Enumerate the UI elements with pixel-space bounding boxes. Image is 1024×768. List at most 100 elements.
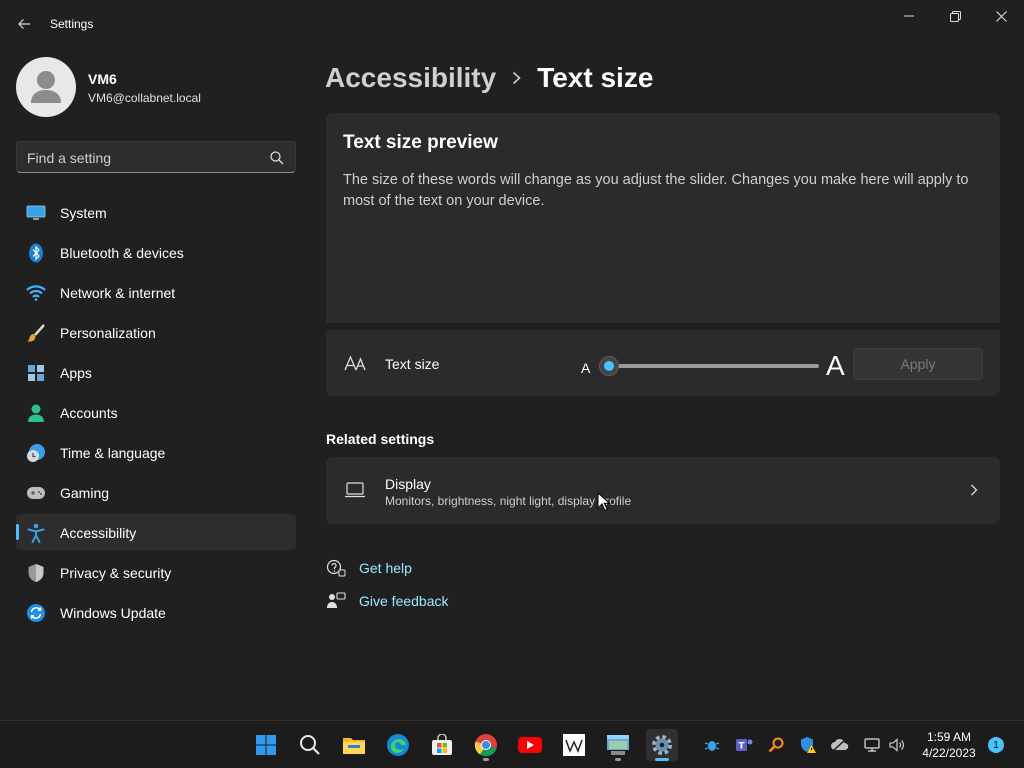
taskbar-file-explorer[interactable] <box>338 729 370 761</box>
apply-button[interactable]: Apply <box>853 348 983 380</box>
laptop-icon <box>345 482 365 498</box>
sidebar-item-accounts[interactable]: Accounts <box>16 394 296 430</box>
minimize-button[interactable] <box>886 0 932 32</box>
notification-badge[interactable]: 1 <box>988 737 1004 753</box>
accessibility-icon <box>26 523 46 543</box>
edge-icon <box>387 734 409 756</box>
sidebar-item-gaming[interactable]: Gaming <box>16 474 296 510</box>
text-size-slider[interactable] <box>609 364 819 368</box>
search-placeholder: Find a setting <box>27 150 112 166</box>
teams-icon: T <box>736 739 753 752</box>
taskbar-remote-desktop[interactable] <box>602 729 634 761</box>
taskbar-wikipedia[interactable] <box>558 729 590 761</box>
user-name: VM6 <box>88 71 117 87</box>
defender-warning-icon <box>801 737 816 753</box>
start-button[interactable] <box>250 729 282 761</box>
taskbar-youtube[interactable] <box>514 729 546 761</box>
tray-network[interactable] <box>862 735 882 755</box>
taskbar-chrome[interactable] <box>470 729 502 761</box>
youtube-icon <box>518 737 542 753</box>
display-title: Display <box>385 476 431 492</box>
display-settings-link[interactable]: Display Monitors, brightness, night ligh… <box>326 457 1000 524</box>
sidebar-item-system[interactable]: System <box>16 194 296 230</box>
running-indicator <box>483 758 489 761</box>
sidebar-item-label: Accounts <box>60 405 118 421</box>
preview-title: Text size preview <box>343 132 498 153</box>
remote-desktop-icon <box>607 735 629 755</box>
taskbar-settings[interactable] <box>646 729 678 761</box>
taskbar-edge[interactable] <box>382 729 414 761</box>
user-profile[interactable]: VM6 VM6@collabnet.local <box>16 57 296 119</box>
breadcrumb: Accessibility Text size <box>325 58 653 98</box>
sidebar-item-label: Privacy & security <box>60 565 172 581</box>
bluetooth-icon <box>26 243 46 263</box>
sidebar-item-label: System <box>60 205 107 221</box>
close-icon <box>995 10 1007 22</box>
restore-button[interactable] <box>932 0 978 32</box>
taskbar-store[interactable] <box>426 729 458 761</box>
get-help-link[interactable]: Get help <box>326 557 412 579</box>
text-size-preview-card: Text size preview The size of these word… <box>326 113 1000 323</box>
avatar <box>16 57 76 117</box>
accounts-icon <box>26 403 46 423</box>
brush-icon <box>26 323 46 343</box>
slider-thumb[interactable] <box>599 356 619 376</box>
bug-icon <box>704 741 720 751</box>
search-input[interactable]: Find a setting <box>16 141 296 173</box>
taskbar-search-button[interactable] <box>294 729 326 761</box>
search-icon <box>270 151 284 165</box>
chrome-icon <box>474 734 497 757</box>
related-settings-heading: Related settings <box>326 431 435 447</box>
shield-icon <box>26 563 46 583</box>
get-help-label: Get help <box>359 560 412 576</box>
sidebar-item-time-language[interactable]: Time & language <box>16 434 296 470</box>
search-tool-icon <box>768 737 784 753</box>
chevron-right-icon <box>971 484 978 496</box>
sidebar-item-personalization[interactable]: Personalization <box>16 314 296 350</box>
back-button[interactable] <box>12 12 36 36</box>
sidebar-item-label: Windows Update <box>60 605 166 621</box>
give-feedback-label: Give feedback <box>359 593 449 609</box>
restore-icon <box>949 10 961 22</box>
user-email: VM6@collabnet.local <box>88 91 201 105</box>
app-title: Settings <box>50 17 94 31</box>
sidebar-item-label: Accessibility <box>60 525 137 541</box>
sidebar-item-privacy[interactable]: Privacy & security <box>16 554 296 590</box>
sidebar-item-apps[interactable]: Apps <box>16 354 296 390</box>
feedback-icon <box>326 591 346 611</box>
sidebar-item-network[interactable]: Network & internet <box>16 274 296 310</box>
close-button[interactable] <box>978 0 1024 32</box>
sidebar-nav: System Bluetooth & devices Network & int… <box>16 194 296 634</box>
clock[interactable]: 1:59 AM 4/22/2023 <box>916 729 982 761</box>
sidebar-item-bluetooth[interactable]: Bluetooth & devices <box>16 234 296 270</box>
windows-start-icon <box>256 735 276 755</box>
sidebar-item-label: Bluetooth & devices <box>60 245 184 261</box>
sidebar-item-windows-update[interactable]: Windows Update <box>16 594 296 630</box>
tray-onedrive[interactable] <box>830 735 850 755</box>
person-icon <box>31 71 61 103</box>
apps-icon <box>26 363 46 383</box>
text-size-label: Text size <box>385 356 440 372</box>
sidebar-item-accessibility[interactable]: Accessibility <box>16 514 296 550</box>
page-title: Text size <box>537 62 654 93</box>
display-subtitle: Monitors, brightness, night light, displ… <box>385 494 632 508</box>
wikipedia-icon <box>563 734 585 756</box>
sidebar-item-label: Network & internet <box>60 285 176 301</box>
onedrive-icon <box>831 738 849 752</box>
tray-defender[interactable] <box>798 735 818 755</box>
wifi-icon <box>26 283 46 303</box>
sidebar-item-label: Time & language <box>60 445 166 461</box>
mouse-cursor-icon <box>597 492 611 512</box>
tray-volume[interactable] <box>887 735 907 755</box>
tray-bug[interactable] <box>702 735 722 755</box>
back-arrow-icon <box>18 19 30 29</box>
give-feedback-link[interactable]: Give feedback <box>326 590 449 612</box>
help-chat-icon <box>326 558 346 578</box>
tray-teams[interactable]: T <box>734 735 754 755</box>
minimize-icon <box>904 15 914 17</box>
running-indicator <box>615 758 621 761</box>
tray-search-tool[interactable] <box>766 735 786 755</box>
taskbar: T 1:59 AM 4/22/2023 1 <box>0 720 1024 768</box>
system-icon <box>26 203 46 223</box>
breadcrumb-parent[interactable]: Accessibility <box>325 62 496 94</box>
